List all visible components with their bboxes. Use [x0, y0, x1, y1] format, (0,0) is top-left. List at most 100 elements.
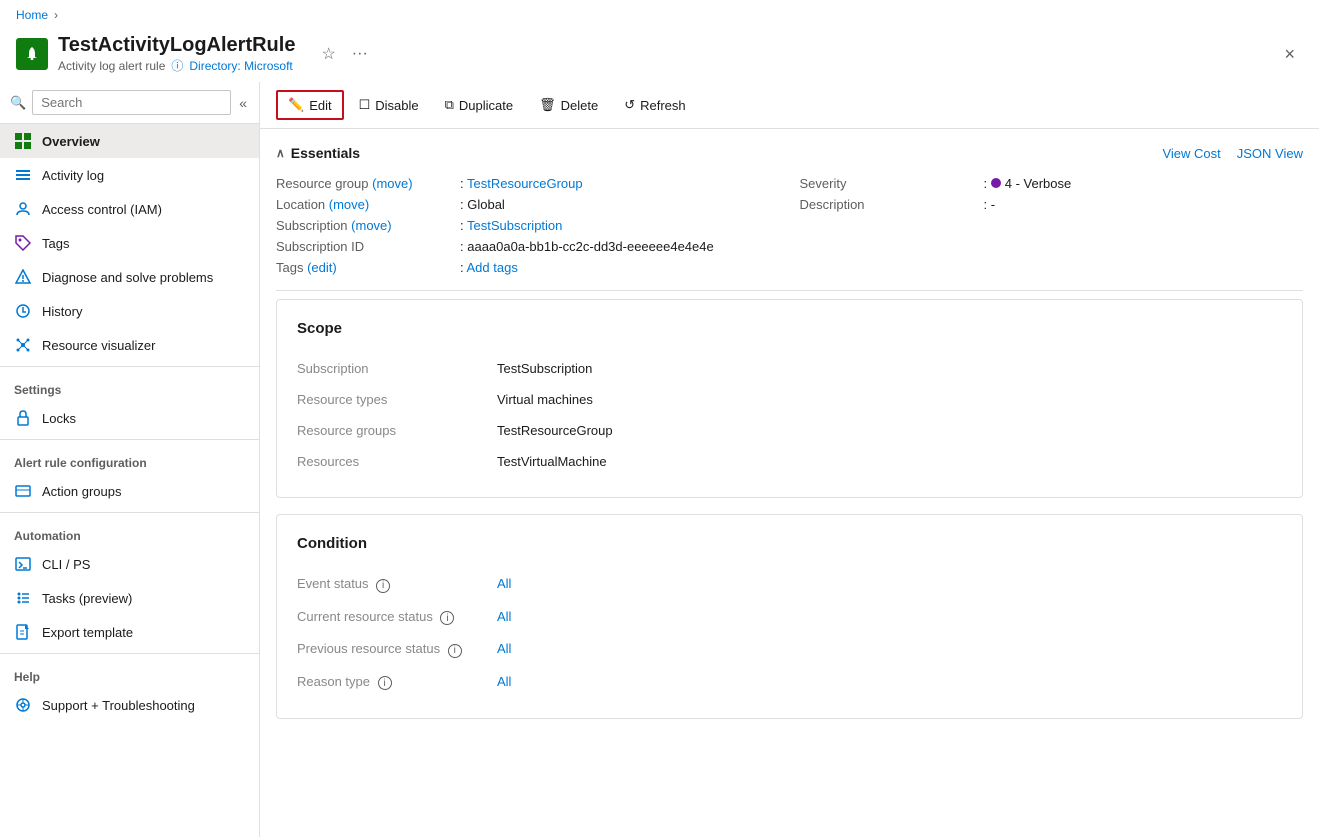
- sidebar-item-tasks[interactable]: Tasks (preview): [0, 581, 259, 615]
- diagnose-icon: [14, 268, 32, 286]
- scope-resources-row: Resources TestVirtualMachine: [297, 446, 1282, 477]
- essentials-grid: Resource group (move) : TestResourceGrou…: [276, 173, 1303, 278]
- sidebar-item-cli-ps[interactable]: CLI / PS: [0, 547, 259, 581]
- delete-label: Delete: [561, 98, 599, 113]
- resource-group-label: Resource group (move): [276, 176, 456, 191]
- breadcrumb-home[interactable]: Home: [16, 8, 48, 22]
- sidebar-item-access-control[interactable]: Access control (IAM): [0, 192, 259, 226]
- essentials-divider: [276, 290, 1303, 291]
- sidebar-item-export-template[interactable]: Export template: [0, 615, 259, 649]
- location-move-link[interactable]: (move): [329, 197, 369, 212]
- sidebar-item-history[interactable]: History: [0, 294, 259, 328]
- toolbar: ✏️ Edit ☐ Disable ⧉ Duplicate 🗑 Delete ↺: [260, 82, 1319, 129]
- event-status-label: Event status i: [297, 576, 497, 593]
- page-title: TestActivityLogAlertRule: [58, 34, 295, 57]
- duplicate-button[interactable]: ⧉ Duplicate: [434, 91, 525, 119]
- favorite-button[interactable]: ☆: [317, 42, 339, 66]
- search-input[interactable]: [32, 90, 231, 115]
- scope-title: Scope: [297, 320, 1282, 337]
- resource-group-row: Resource group (move) : TestResourceGrou…: [276, 173, 780, 194]
- edit-icon: ✏️: [288, 97, 304, 113]
- sidebar-item-activity-log[interactable]: Activity log: [0, 158, 259, 192]
- refresh-button[interactable]: ↺ Refresh: [613, 91, 696, 119]
- sidebar-item-tags[interactable]: Tags: [0, 226, 259, 260]
- reason-type-label: Reason type i: [297, 674, 497, 691]
- tags-edit-link[interactable]: (edit): [307, 260, 337, 275]
- event-status-value: All: [497, 576, 511, 591]
- tags-icon: [14, 234, 32, 252]
- sidebar-item-overview[interactable]: Overview: [0, 124, 259, 158]
- disable-icon: ☐: [359, 97, 371, 113]
- collapse-icon: ∧: [276, 146, 285, 160]
- sidebar-item-resource-visualizer-label: Resource visualizer: [42, 338, 155, 353]
- resource-group-move-link[interactable]: (move): [372, 176, 412, 191]
- sidebar-item-activity-log-label: Activity log: [42, 168, 104, 183]
- more-options-button[interactable]: ···: [348, 43, 372, 65]
- automation-section-label: Automation: [0, 517, 259, 547]
- disable-button[interactable]: ☐ Disable: [348, 91, 430, 119]
- support-icon: [14, 696, 32, 714]
- refresh-icon: ↺: [624, 97, 635, 113]
- cli-ps-icon: [14, 555, 32, 573]
- reason-type-row: Reason type i All: [297, 666, 1282, 699]
- description-row: Description : -: [800, 194, 1304, 215]
- previous-resource-status-row: Previous resource status i All: [297, 633, 1282, 666]
- essentials-links: View Cost JSON View: [1162, 146, 1303, 161]
- scope-resource-groups-value: TestResourceGroup: [497, 423, 613, 438]
- event-status-row: Event status i All: [297, 568, 1282, 601]
- resource-group-value: : TestResourceGroup: [460, 176, 583, 191]
- sidebar: 🔍 « Overview Activity log: [0, 82, 260, 837]
- sidebar-item-support[interactable]: Support + Troubleshooting: [0, 688, 259, 722]
- export-template-icon: [14, 623, 32, 641]
- page-header: TestActivityLogAlertRule Activity log al…: [0, 30, 1319, 82]
- severity-dot: [991, 178, 1001, 188]
- history-icon: [14, 302, 32, 320]
- edit-button[interactable]: ✏️ Edit: [276, 90, 344, 120]
- tasks-icon: [14, 589, 32, 607]
- close-button[interactable]: ×: [1276, 40, 1303, 69]
- subscription-id-row: Subscription ID : aaaa0a0a-bb1b-cc2c-dd3…: [276, 236, 780, 257]
- subtitle-type: Activity log alert rule: [58, 59, 165, 73]
- delete-button[interactable]: 🗑 Delete: [528, 91, 609, 119]
- resource-visualizer-icon: [14, 336, 32, 354]
- overview-icon: [14, 132, 32, 150]
- refresh-label: Refresh: [640, 98, 686, 113]
- scope-subscription-row: Subscription TestSubscription: [297, 353, 1282, 384]
- sidebar-item-locks-label: Locks: [42, 411, 76, 426]
- previous-resource-status-value: All: [497, 641, 511, 656]
- page-icon: [16, 38, 48, 70]
- subtitle-dir: Directory: Microsoft: [189, 59, 292, 73]
- settings-section-label: Settings: [0, 371, 259, 401]
- page-subtitle: Activity log alert rule ⓘ Directory: Mic…: [58, 57, 295, 74]
- view-cost-link[interactable]: View Cost: [1162, 146, 1220, 161]
- subscription-link[interactable]: TestSubscription: [467, 218, 562, 233]
- sidebar-item-resource-visualizer[interactable]: Resource visualizer: [0, 328, 259, 362]
- location-value: : Global: [460, 197, 505, 212]
- subscription-label: Subscription (move): [276, 218, 456, 233]
- scope-resource-groups-row: Resource groups TestResourceGroup: [297, 415, 1282, 446]
- subscription-move-link[interactable]: (move): [351, 218, 391, 233]
- main-layout: 🔍 « Overview Activity log: [0, 82, 1319, 837]
- sidebar-item-diagnose[interactable]: Diagnose and solve problems: [0, 260, 259, 294]
- sidebar-item-action-groups[interactable]: Action groups: [0, 474, 259, 508]
- scope-resource-types-label: Resource types: [297, 392, 497, 407]
- collapse-sidebar-button[interactable]: «: [237, 93, 249, 113]
- info-icon: ⓘ: [171, 57, 183, 74]
- duplicate-icon: ⧉: [445, 97, 454, 113]
- scope-subscription-label: Subscription: [297, 361, 497, 376]
- sidebar-item-support-label: Support + Troubleshooting: [42, 698, 195, 713]
- activity-log-icon: [14, 166, 32, 184]
- scope-resource-types-row: Resource types Virtual machines: [297, 384, 1282, 415]
- scope-card: Scope Subscription TestSubscription Reso…: [276, 299, 1303, 498]
- scope-resources-label: Resources: [297, 454, 497, 469]
- page-title-block: TestActivityLogAlertRule Activity log al…: [58, 34, 295, 74]
- add-tags-link[interactable]: Add tags: [467, 260, 518, 275]
- resource-group-link[interactable]: TestResourceGroup: [467, 176, 583, 191]
- json-view-link[interactable]: JSON View: [1237, 146, 1303, 161]
- previous-resource-status-label: Previous resource status i: [297, 641, 497, 658]
- essentials-title: ∧ Essentials: [276, 145, 360, 161]
- alert-rule-section-label: Alert rule configuration: [0, 444, 259, 474]
- sidebar-item-locks[interactable]: Locks: [0, 401, 259, 435]
- severity-row: Severity : 4 - Verbose: [800, 173, 1304, 194]
- description-label: Description: [800, 197, 980, 212]
